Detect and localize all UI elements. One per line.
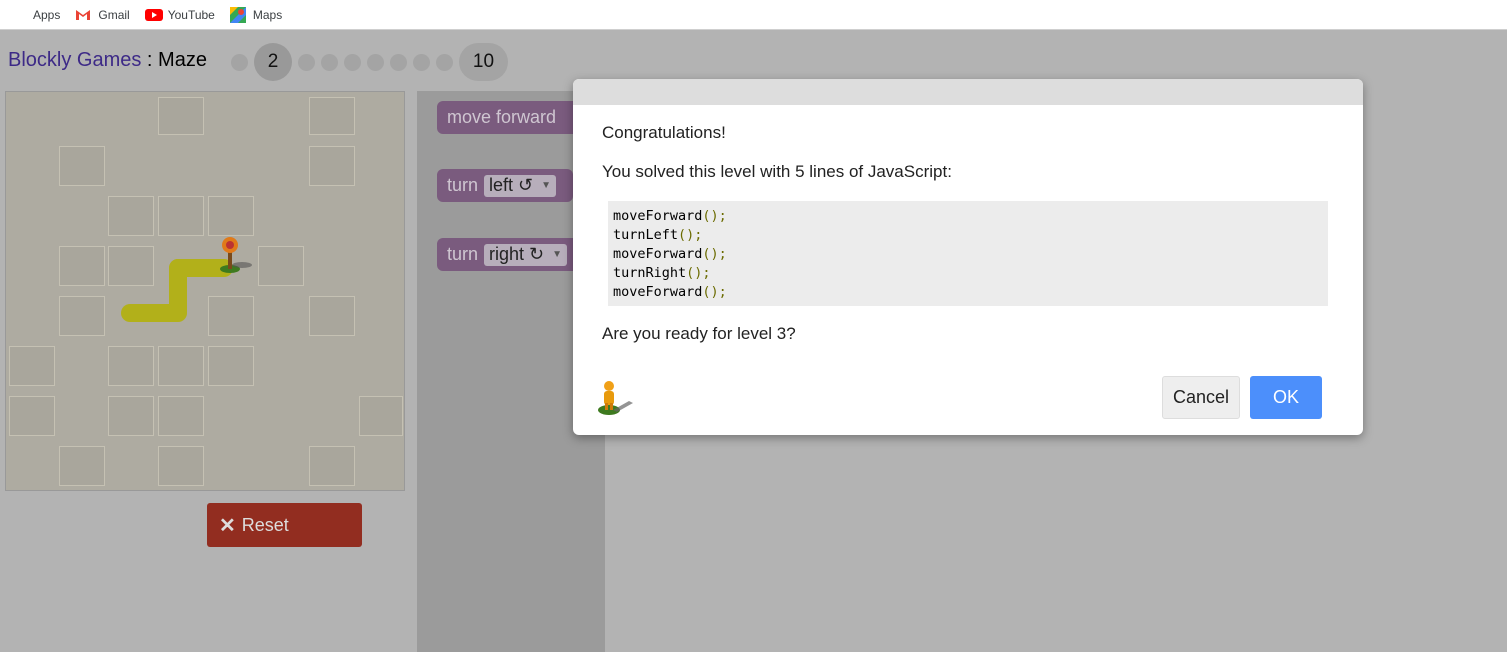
congratulations-dialog: Congratulations! You solved this level w… bbox=[573, 79, 1363, 435]
page-title: Blockly Games : Maze bbox=[8, 49, 207, 72]
level-dot[interactable] bbox=[413, 53, 430, 71]
maze-wall bbox=[309, 296, 355, 336]
code-line: moveForward(); bbox=[613, 208, 727, 224]
level-last[interactable]: 10 bbox=[459, 43, 508, 81]
reset-label: Reset bbox=[241, 514, 289, 535]
block-label: move forward bbox=[447, 107, 557, 127]
game-name: Maze bbox=[158, 49, 207, 71]
bookmark-label: YouTube bbox=[167, 7, 215, 22]
maze-wall bbox=[208, 296, 254, 336]
bookmarks-bar: Apps Gmail YouTube Maps bbox=[0, 0, 1507, 30]
bookmark-maps[interactable]: Maps bbox=[229, 6, 283, 23]
dropdown-value: left ↺ bbox=[489, 175, 534, 195]
code-line: moveForward(); bbox=[613, 246, 727, 262]
bookmark-label: Apps bbox=[33, 7, 61, 22]
maze-wall bbox=[9, 396, 55, 436]
chevron-down-icon: ▼ bbox=[541, 180, 552, 191]
pegman-icon bbox=[598, 381, 633, 415]
gmail-icon bbox=[75, 7, 91, 23]
level-dot[interactable] bbox=[321, 53, 338, 71]
apps-grid-icon bbox=[10, 7, 26, 23]
ok-button[interactable]: OK bbox=[1250, 376, 1322, 419]
code-line: turnRight(); bbox=[613, 265, 711, 281]
dialog-question: Are you ready for level 3? bbox=[602, 324, 796, 343]
maze-wall bbox=[258, 246, 304, 286]
bookmark-youtube[interactable]: YouTube bbox=[144, 7, 215, 23]
youtube-icon bbox=[144, 7, 163, 23]
code-block: moveForward(); turnLeft(); moveForward()… bbox=[608, 201, 1328, 306]
bookmark-label: Maps bbox=[252, 7, 283, 22]
bookmark-label: Gmail bbox=[98, 7, 130, 22]
cancel-button[interactable]: Cancel bbox=[1162, 376, 1240, 419]
maze-wall bbox=[359, 396, 403, 436]
maze-wall bbox=[108, 196, 154, 236]
maze-wall bbox=[108, 346, 154, 386]
code-line: turnLeft(); bbox=[613, 227, 703, 243]
level-dot[interactable] bbox=[231, 53, 248, 71]
maze-wall bbox=[59, 296, 105, 336]
maze-wall bbox=[158, 446, 204, 486]
maze-wall bbox=[158, 346, 204, 386]
brand-link[interactable]: Blockly Games bbox=[8, 49, 141, 71]
maze-wall bbox=[158, 396, 204, 436]
block-label: turn bbox=[447, 244, 479, 264]
maze-wall bbox=[208, 196, 254, 236]
maze-wall bbox=[59, 246, 105, 286]
level-dot[interactable] bbox=[344, 53, 361, 71]
maze-wall bbox=[208, 346, 254, 386]
chevron-down-icon: ▼ bbox=[552, 249, 563, 260]
maze-wall bbox=[309, 446, 355, 486]
maze-wall bbox=[309, 97, 355, 135]
goal-marker-icon bbox=[220, 237, 252, 273]
dialog-message: You solved this level with 5 lines of Ja… bbox=[602, 162, 952, 181]
maze-wall bbox=[59, 146, 105, 186]
maze-canvas bbox=[5, 91, 405, 491]
block-turn-right[interactable]: turn right ↻ ▼ bbox=[437, 238, 587, 271]
maze-wall bbox=[108, 246, 154, 286]
close-icon: ✕ bbox=[219, 514, 236, 537]
code-line: moveForward(); bbox=[613, 284, 727, 300]
maps-icon bbox=[229, 6, 246, 23]
block-label: turn bbox=[447, 175, 479, 195]
bookmark-gmail[interactable]: Gmail bbox=[75, 7, 130, 23]
maze-wall bbox=[158, 97, 204, 135]
block-turn-left[interactable]: turn left ↺ ▼ bbox=[437, 169, 573, 202]
bookmark-apps[interactable]: Apps bbox=[10, 7, 60, 23]
maze-wall bbox=[59, 446, 105, 486]
level-selector: 2 10 bbox=[231, 43, 508, 81]
reset-button[interactable]: ✕ Reset bbox=[207, 503, 362, 547]
maze-wall bbox=[158, 196, 204, 236]
maze-wall bbox=[309, 146, 355, 186]
level-current[interactable]: 2 bbox=[254, 43, 292, 81]
level-dot[interactable] bbox=[367, 53, 384, 71]
dropdown-value: right ↻ bbox=[489, 244, 545, 264]
direction-dropdown[interactable]: right ↻ ▼ bbox=[484, 243, 568, 266]
maze-wall bbox=[108, 396, 154, 436]
level-dot[interactable] bbox=[390, 53, 407, 71]
maze-wall bbox=[9, 346, 55, 386]
level-dot[interactable] bbox=[436, 53, 453, 71]
level-dot[interactable] bbox=[298, 53, 315, 71]
dialog-title-bar[interactable] bbox=[573, 79, 1363, 105]
title-separator: : bbox=[141, 49, 159, 71]
block-move-forward[interactable]: move forward bbox=[437, 101, 587, 134]
dialog-heading: Congratulations! bbox=[602, 123, 726, 142]
direction-dropdown[interactable]: left ↺ ▼ bbox=[484, 174, 557, 197]
